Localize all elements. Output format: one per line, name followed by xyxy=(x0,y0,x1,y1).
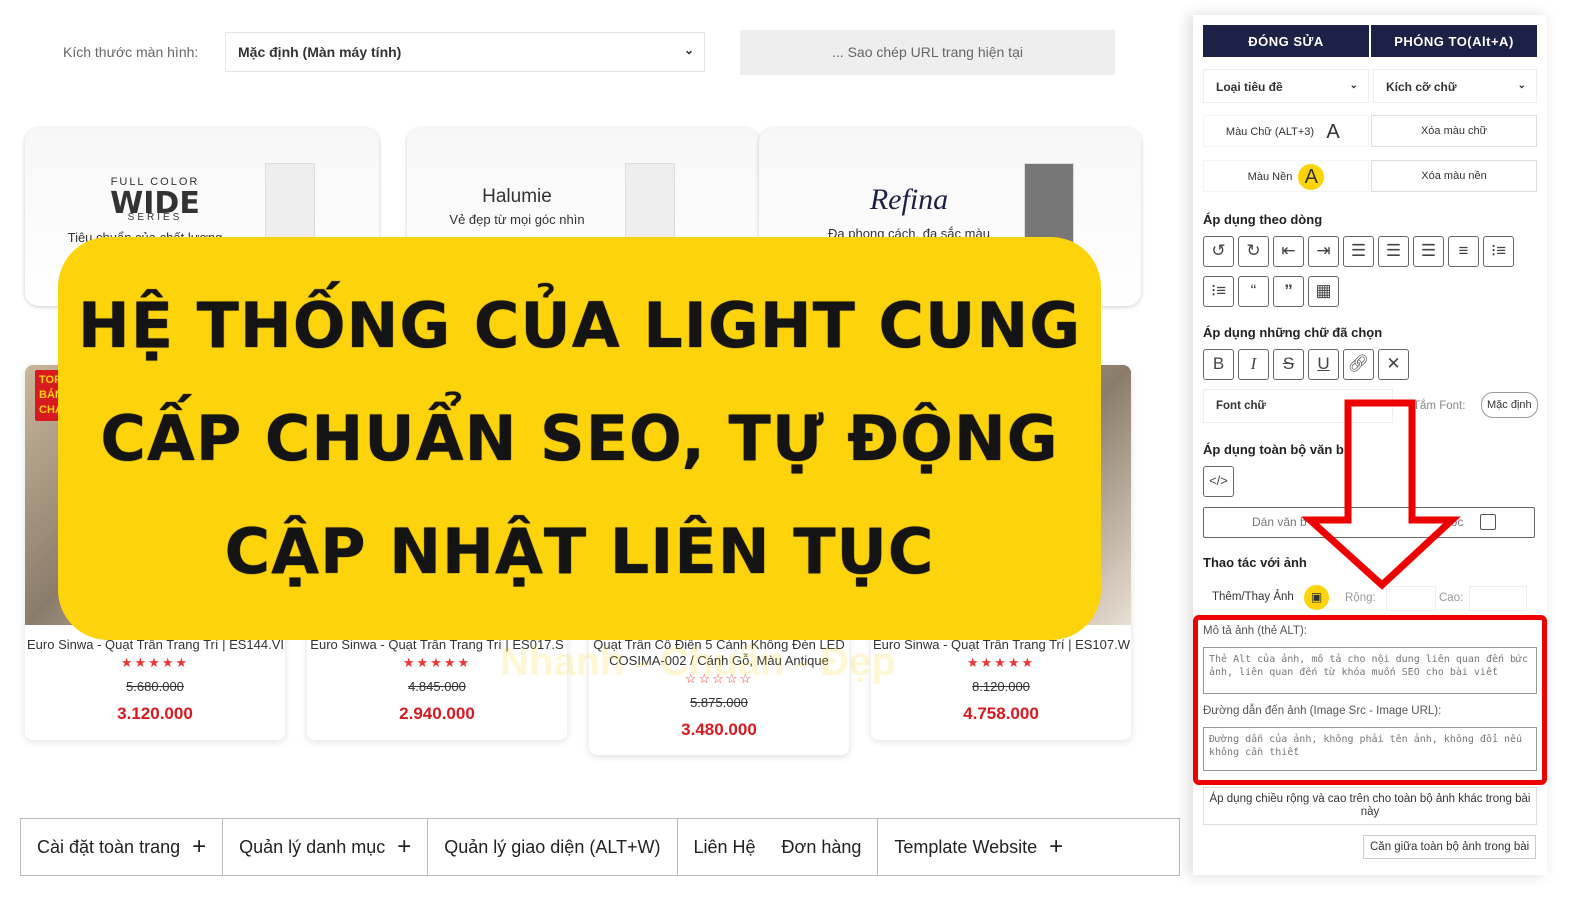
banner-tagline: Vẻ đẹp từ mọi góc nhìn xyxy=(449,212,585,227)
nav-label: Template Website xyxy=(894,836,1038,857)
old-price: 5.680.000 xyxy=(126,679,184,694)
text-color-label: Màu Chữ (ALT+3) xyxy=(1225,126,1315,138)
plus-icon: + xyxy=(397,833,412,860)
price: 4.758.000 xyxy=(963,704,1039,723)
section-heading: Thao tác với ảnh xyxy=(1203,555,1307,570)
nav-label: Đơn hàng xyxy=(781,836,862,857)
nav-template[interactable]: Template Website + xyxy=(878,819,1073,875)
banner-sub: SERIES xyxy=(127,212,183,223)
height-input[interactable] xyxy=(1469,586,1527,611)
price: 3.480.000 xyxy=(681,720,757,739)
apply-size-all-button[interactable]: Áp dụng chiều rộng và cao trên cho toàn … xyxy=(1203,787,1537,825)
star-rating: ★★★★★ xyxy=(966,655,1036,670)
nav-contact[interactable]: Liên Hệ xyxy=(678,819,766,875)
screen-size-value: Mặc định (Màn máy tính) xyxy=(238,44,402,60)
redo-icon[interactable]: ↻ xyxy=(1238,236,1269,267)
bold-icon[interactable]: B xyxy=(1203,349,1234,380)
code-icon[interactable]: </> xyxy=(1203,466,1234,497)
copy-url-button[interactable]: ... Sao chép URL trang hiện tại xyxy=(720,30,1115,75)
link-icon[interactable]: 🔗︎ xyxy=(1343,349,1374,380)
promo-overlay: HỆ THỐNG CỦA LIGHT CUNG CẤP CHUẨN SEO, T… xyxy=(58,237,1101,640)
quote-close-icon[interactable]: ” xyxy=(1273,276,1304,307)
clear-text-color-button[interactable]: Xóa màu chữ xyxy=(1371,115,1537,147)
nav-orders[interactable]: Đơn hàng xyxy=(766,819,879,875)
plus-icon: + xyxy=(192,833,207,860)
nav-label: Quản lý giao diện (ALT+W) xyxy=(444,836,661,857)
nav-label: Liên Hệ xyxy=(693,836,756,857)
paste-label: Dán văn b xyxy=(1252,515,1307,529)
screen-size-select[interactable]: Mặc định (Màn máy tính) ⌄ xyxy=(225,32,705,72)
select-value: Loại tiêu đề xyxy=(1216,80,1283,94)
promo-line: CẬP NHẬT LIÊN TỤC xyxy=(224,515,935,588)
add-image-label[interactable]: Thêm/Thay Ảnh xyxy=(1212,591,1294,603)
promo-line: CẤP CHUẨN SEO, TỰ ĐỘNG xyxy=(100,402,1059,475)
select-value: Kích cỡ chữ xyxy=(1386,80,1457,94)
down-arrow-icon xyxy=(1300,399,1461,590)
nav-theme[interactable]: Quản lý giao diện (ALT+W) xyxy=(428,819,678,875)
banner-brand: Refina xyxy=(869,183,949,216)
indent-icon[interactable]: ⇥ xyxy=(1308,236,1339,267)
text-color-button[interactable]: Màu Chữ (ALT+3) A xyxy=(1203,115,1369,147)
watermark: Nhanh - Chuẩn - Đẹp xyxy=(500,640,896,684)
nav-label: Cài đặt toàn trang xyxy=(37,836,181,857)
highlight-box xyxy=(1193,615,1547,785)
promo-line: HỆ THỐNG CỦA LIGHT CUNG xyxy=(77,289,1082,362)
chevron-down-icon: ⌄ xyxy=(683,43,694,57)
star-rating: ★★★★★ xyxy=(120,655,190,670)
strikethrough-icon[interactable]: S xyxy=(1273,349,1304,380)
bullet-list-icon[interactable]: ⁝≡ xyxy=(1203,276,1234,307)
quote-open-icon[interactable]: “ xyxy=(1238,276,1269,307)
clear-bg-color-button[interactable]: Xóa màu nền xyxy=(1371,160,1537,192)
bg-color-icon: A xyxy=(1298,164,1325,191)
bg-color-label: Màu Nền xyxy=(1247,171,1293,183)
nav-label: Quản lý danh mục xyxy=(239,836,386,857)
table-icon[interactable]: ▦ xyxy=(1308,276,1339,307)
keep-original-checkbox[interactable] xyxy=(1480,514,1496,530)
price: 2.940.000 xyxy=(399,704,475,723)
price: 3.120.000 xyxy=(117,704,193,723)
section-heading: Áp dụng những chữ đã chọn xyxy=(1203,325,1383,340)
center-all-images-button[interactable]: Căn giữa toàn bộ ảnh trong bài xyxy=(1363,835,1537,859)
admin-nav-bar: Cài đặt toàn trang + Quản lý danh mục + Qu… xyxy=(20,818,1180,876)
align-center-icon[interactable]: ☰ xyxy=(1413,236,1444,267)
text-color-icon: A xyxy=(1320,119,1347,146)
ordered-list-icon[interactable]: ⁝≡ xyxy=(1483,236,1514,267)
nav-categories[interactable]: Quản lý danh mục + xyxy=(223,819,429,875)
italic-icon[interactable]: I xyxy=(1238,349,1269,380)
align-left-icon[interactable]: ☰ xyxy=(1343,236,1374,267)
nav-page-settings[interactable]: Cài đặt toàn trang + xyxy=(21,819,224,875)
font-size-select[interactable]: Kích cỡ chữ ⌄ xyxy=(1373,69,1537,103)
undo-icon[interactable]: ↺ xyxy=(1203,236,1234,267)
heading-type-select[interactable]: Loại tiêu đề ⌄ xyxy=(1203,69,1369,103)
close-edit-button[interactable]: ĐÓNG SỬA xyxy=(1203,25,1369,57)
bg-color-button[interactable]: Màu Nền A xyxy=(1203,160,1369,192)
unlink-icon[interactable]: ✕ xyxy=(1378,349,1409,380)
outdent-icon[interactable]: ⇤ xyxy=(1273,236,1304,267)
chevron-down-icon: ⌄ xyxy=(1349,80,1358,91)
underline-icon[interactable]: U xyxy=(1308,349,1339,380)
font-default-button[interactable]: Mặc định xyxy=(1481,392,1538,418)
select-value: Font chữ xyxy=(1216,400,1266,412)
justify-icon[interactable]: ≡ xyxy=(1448,236,1479,267)
old-price: 8.120.000 xyxy=(972,679,1030,694)
align-right-icon[interactable]: ☰ xyxy=(1378,236,1409,267)
plus-icon: + xyxy=(1049,833,1064,860)
old-price: 5.875.000 xyxy=(690,695,748,710)
section-heading: Áp dụng theo dòng xyxy=(1203,212,1323,227)
banner-brand: Halumie xyxy=(482,186,552,207)
zoom-button[interactable]: PHÓNG TO(Alt+A) xyxy=(1371,25,1537,57)
screen-size-label: Kích thước màn hình: xyxy=(63,44,199,60)
chevron-down-icon: ⌄ xyxy=(1517,80,1526,91)
